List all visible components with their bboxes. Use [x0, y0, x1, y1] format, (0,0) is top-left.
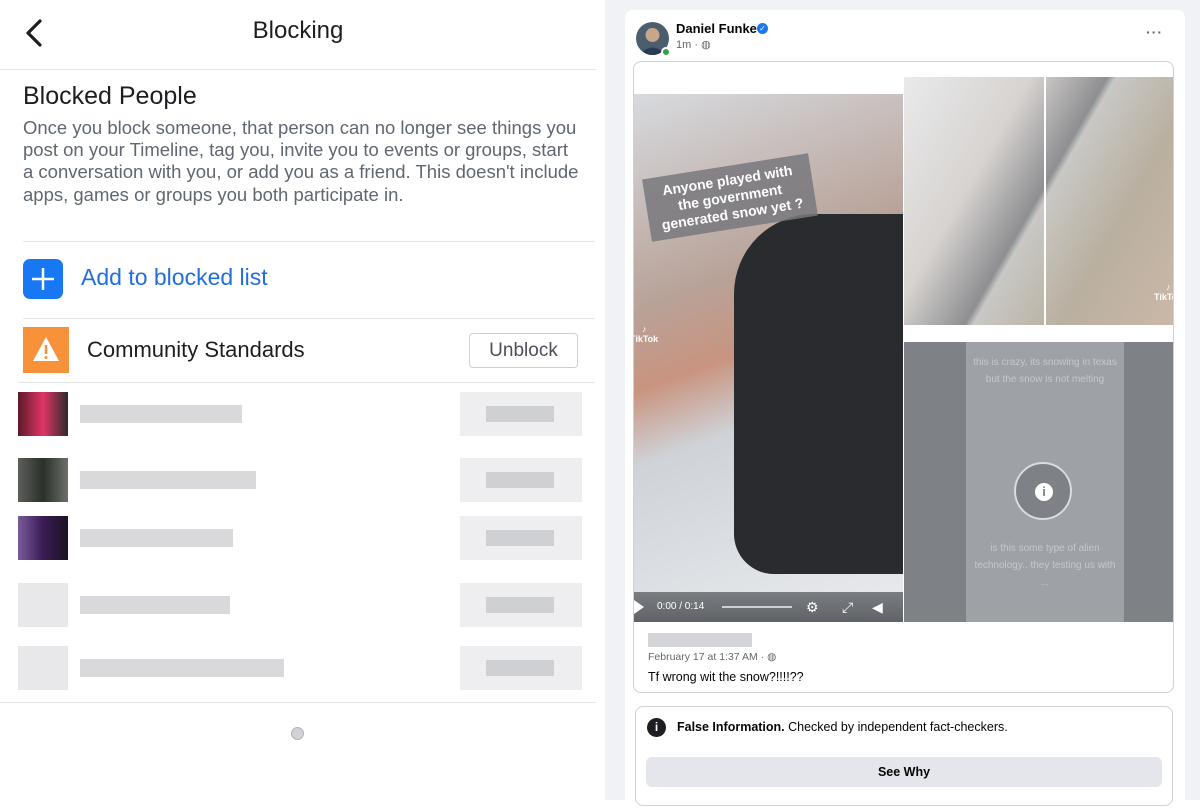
blurred-name	[80, 529, 233, 547]
image-divider	[1044, 77, 1046, 325]
phone-frame: this is crazy, its snowing in texas but …	[966, 342, 1124, 622]
fact-check-box: i False Information. Checked by independ…	[635, 706, 1173, 806]
post-time[interactable]: 1m · ◍	[676, 38, 711, 51]
add-to-blocked-label[interactable]: Add to blocked list	[81, 264, 268, 291]
community-standards-avatar	[23, 327, 69, 373]
blurred-name	[80, 405, 242, 423]
fact-check-text: False Information. Checked by independen…	[677, 720, 1008, 734]
plus-icon	[32, 268, 54, 290]
fact-check-title: False Information.	[677, 720, 785, 734]
info-icon: i	[1035, 483, 1053, 501]
section-title: Blocked People	[23, 82, 197, 110]
tiktok-icon: ♪	[1165, 282, 1171, 292]
media-collage: Anyone played with the government genera…	[634, 77, 1173, 622]
sensitive-content-overlay: i	[1014, 462, 1072, 520]
unblock-button-blurred[interactable]	[460, 516, 582, 560]
unblock-button-blurred[interactable]	[460, 392, 582, 436]
blocked-item-name: Community Standards	[87, 337, 305, 362]
shared-text: Tf wrong wit the snow?!!!!??	[648, 670, 804, 684]
progress-bar[interactable]	[722, 606, 792, 608]
play-icon[interactable]	[634, 600, 644, 614]
header-divider	[0, 69, 596, 70]
snow-image[interactable]: ♪TikTok	[904, 77, 1173, 325]
blocked-row-blurred	[18, 458, 582, 502]
post-time-text: 1m ·	[676, 39, 702, 51]
unblock-button-blurred[interactable]	[460, 583, 582, 627]
blocked-row-blurred	[18, 646, 582, 690]
video-time: 0:00 / 0:14	[657, 601, 705, 612]
divider	[23, 241, 595, 242]
globe-icon: ◍	[701, 39, 711, 51]
verified-badge-icon: ✓	[757, 23, 768, 34]
fact-check-detail: Checked by independent fact-checkers.	[784, 720, 1008, 734]
overlay-caption-top: this is crazy, its snowing in texas but …	[973, 357, 1117, 385]
blocked-row-blurred	[18, 516, 582, 560]
shared-date[interactable]: February 17 at 1:37 AM · ◍	[648, 651, 776, 663]
avatar	[18, 458, 68, 502]
section-description: Once you block someone, that person can …	[23, 117, 579, 205]
overlay-caption-bottom: is this some type of alien technology.. …	[974, 543, 1116, 588]
facebook-post-panel: Daniel Funke ✓ 1m · ◍ ··· Anyone played …	[605, 0, 1200, 810]
blurred-name	[80, 659, 284, 677]
settings-gear-icon[interactable]: ⚙	[806, 599, 819, 616]
video-controls: 0:00 / 0:14 ⚙ ⤢ ◀	[634, 592, 903, 622]
shared-date-text: February 17 at 1:37 AM ·	[648, 651, 768, 663]
divider	[23, 318, 595, 319]
blurred-name	[80, 596, 230, 614]
online-status-dot	[661, 47, 671, 57]
tiktok-icon: ♪	[641, 324, 647, 334]
tiktok-watermark: ♪TikTok	[634, 324, 659, 344]
divider	[0, 702, 596, 703]
mute-icon[interactable]: ◀	[872, 599, 883, 616]
post-card: Daniel Funke ✓ 1m · ◍ ··· Anyone played …	[625, 10, 1185, 810]
warning-icon	[33, 337, 59, 361]
globe-icon: ◍	[767, 651, 777, 663]
tiktok-label: TikTok	[1154, 292, 1173, 302]
tiktok-label: TikTok	[634, 334, 659, 344]
post-author[interactable]: Daniel Funke	[676, 21, 757, 36]
video-scene	[734, 214, 903, 574]
fullscreen-icon[interactable]: ⤢	[842, 599, 853, 616]
blocked-row-blurred	[18, 392, 582, 436]
unblock-button[interactable]: Unblock	[469, 333, 578, 368]
see-why-button[interactable]: See Why	[646, 757, 1162, 787]
divider	[18, 382, 595, 383]
avatar	[18, 392, 68, 436]
unblock-button-blurred[interactable]	[460, 458, 582, 502]
tiktok-watermark: ♪TikTok	[1154, 282, 1173, 302]
video-player[interactable]: Anyone played with the government genera…	[634, 94, 903, 622]
scroll-indicator	[291, 727, 304, 740]
unblock-button-blurred[interactable]	[460, 646, 582, 690]
avatar	[18, 583, 68, 627]
blocking-panel: Blocking Blocked People Once you block s…	[0, 0, 605, 800]
shared-author-blurred[interactable]	[648, 633, 752, 647]
page-title: Blocking	[252, 17, 344, 44]
avatar	[18, 516, 68, 560]
info-icon: i	[647, 718, 666, 737]
shared-post[interactable]: Anyone played with the government genera…	[633, 61, 1174, 693]
add-to-blocked-button[interactable]	[23, 259, 63, 299]
avatar	[18, 646, 68, 690]
blurred-video-thumbnail[interactable]: this is crazy, its snowing in texas but …	[904, 342, 1173, 622]
blocked-row-blurred	[18, 583, 582, 627]
more-options-button[interactable]: ···	[1146, 24, 1163, 40]
blurred-name	[80, 471, 256, 489]
